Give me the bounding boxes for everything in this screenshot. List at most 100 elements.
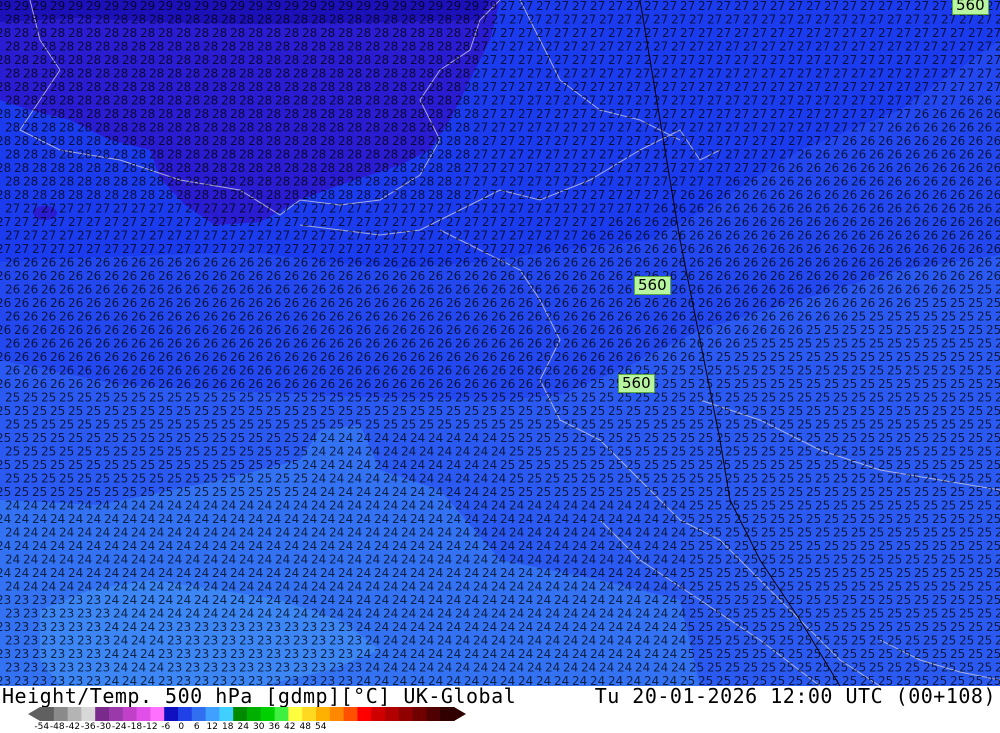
field-value: 25 xyxy=(455,391,470,405)
field-value: 27 xyxy=(257,229,272,243)
field-value: 27 xyxy=(680,134,695,148)
field-value: 27 xyxy=(824,0,839,13)
field-value: 26 xyxy=(680,350,695,364)
field-value: 24 xyxy=(212,593,227,607)
field-value: 26 xyxy=(698,269,713,283)
field-value: 25 xyxy=(788,539,803,553)
field-value: 25 xyxy=(599,391,614,405)
field-value: 25 xyxy=(644,404,659,418)
field-value: 28 xyxy=(311,175,326,189)
field-value: 24 xyxy=(473,526,488,540)
field-value: 24 xyxy=(671,580,686,594)
field-value: 26 xyxy=(104,377,119,391)
field-value: 27 xyxy=(554,0,569,13)
field-value: 27 xyxy=(653,175,668,189)
field-value: 25 xyxy=(824,620,839,634)
field-value: 27 xyxy=(473,229,488,243)
field-value: 24 xyxy=(644,539,659,553)
field-value: 25 xyxy=(545,418,560,432)
field-value: 28 xyxy=(392,80,407,94)
field-value: 24 xyxy=(437,580,452,594)
field-value: 28 xyxy=(41,94,56,108)
field-value: 25 xyxy=(113,472,128,486)
field-value: 24 xyxy=(356,539,371,553)
field-value: 28 xyxy=(149,175,164,189)
field-value: 24 xyxy=(131,661,146,675)
field-value: 28 xyxy=(437,121,452,135)
field-value: 26 xyxy=(356,296,371,310)
field-value: 26 xyxy=(743,283,758,297)
field-value: 27 xyxy=(788,0,803,13)
field-value: 24 xyxy=(113,661,128,675)
field-value: 28 xyxy=(284,161,299,175)
field-value: 24 xyxy=(455,445,470,459)
field-value: 26 xyxy=(230,296,245,310)
field-value: 26 xyxy=(536,242,551,256)
field-value: 25 xyxy=(653,364,668,378)
field-value: 29 xyxy=(122,0,137,13)
field-value: 27 xyxy=(914,26,929,40)
field-value: 23 xyxy=(41,607,56,621)
field-value: 27 xyxy=(698,26,713,40)
field-value: 27 xyxy=(599,175,614,189)
field-value: 28 xyxy=(104,53,119,67)
field-value: 26 xyxy=(446,377,461,391)
field-value: 26 xyxy=(518,350,533,364)
field-value: 27 xyxy=(365,202,380,216)
field-value: 27 xyxy=(149,229,164,243)
field-value: 25 xyxy=(239,472,254,486)
field-value: 27 xyxy=(635,202,650,216)
field-value: 27 xyxy=(518,53,533,67)
field-value: 24 xyxy=(122,539,137,553)
field-value: 25 xyxy=(824,566,839,580)
field-value: 26 xyxy=(923,121,938,135)
field-value: 28 xyxy=(158,161,173,175)
field-value: 26 xyxy=(41,310,56,324)
field-value: 24 xyxy=(500,647,515,661)
field-value: 26 xyxy=(176,377,191,391)
field-value: 28 xyxy=(23,40,38,54)
field-value: 27 xyxy=(734,0,749,13)
field-value: 27 xyxy=(905,94,920,108)
field-value: 25 xyxy=(833,580,848,594)
field-value: 26 xyxy=(707,229,722,243)
field-value: 24 xyxy=(392,512,407,526)
field-value: 26 xyxy=(761,229,776,243)
field-value: 28 xyxy=(194,188,209,202)
field-value: 26 xyxy=(203,310,218,324)
field-value: 24 xyxy=(140,620,155,634)
field-value: 25 xyxy=(842,620,857,634)
field-value: 26 xyxy=(302,377,317,391)
field-value: 26 xyxy=(500,296,515,310)
field-value: 25 xyxy=(761,499,776,513)
field-value: 28 xyxy=(428,26,443,40)
scale-swatch xyxy=(274,707,289,721)
field-value: 27 xyxy=(140,242,155,256)
field-value: 24 xyxy=(527,553,542,567)
field-value: 26 xyxy=(671,229,686,243)
field-value: 27 xyxy=(509,94,524,108)
field-value: 27 xyxy=(770,107,785,121)
field-value: 26 xyxy=(662,296,677,310)
field-value: 27 xyxy=(590,80,605,94)
field-value: 27 xyxy=(761,148,776,162)
field-value: 26 xyxy=(806,215,821,229)
field-value: 27 xyxy=(662,107,677,121)
field-value: 26 xyxy=(14,296,29,310)
field-value: 27 xyxy=(824,53,839,67)
field-value: 27 xyxy=(536,134,551,148)
field-value: 29 xyxy=(482,0,497,13)
field-value: 26 xyxy=(257,283,272,297)
field-value: 27 xyxy=(509,121,524,135)
field-value: 27 xyxy=(680,161,695,175)
field-value: 25 xyxy=(887,310,902,324)
field-value: 24 xyxy=(194,593,209,607)
field-value: 27 xyxy=(968,53,983,67)
field-value: 26 xyxy=(545,283,560,297)
field-value: 25 xyxy=(878,323,893,337)
field-value: 27 xyxy=(707,175,722,189)
field-value: 24 xyxy=(104,647,119,661)
field-value: 25 xyxy=(797,472,812,486)
field-value: 27 xyxy=(833,67,848,81)
field-value: 24 xyxy=(410,566,425,580)
